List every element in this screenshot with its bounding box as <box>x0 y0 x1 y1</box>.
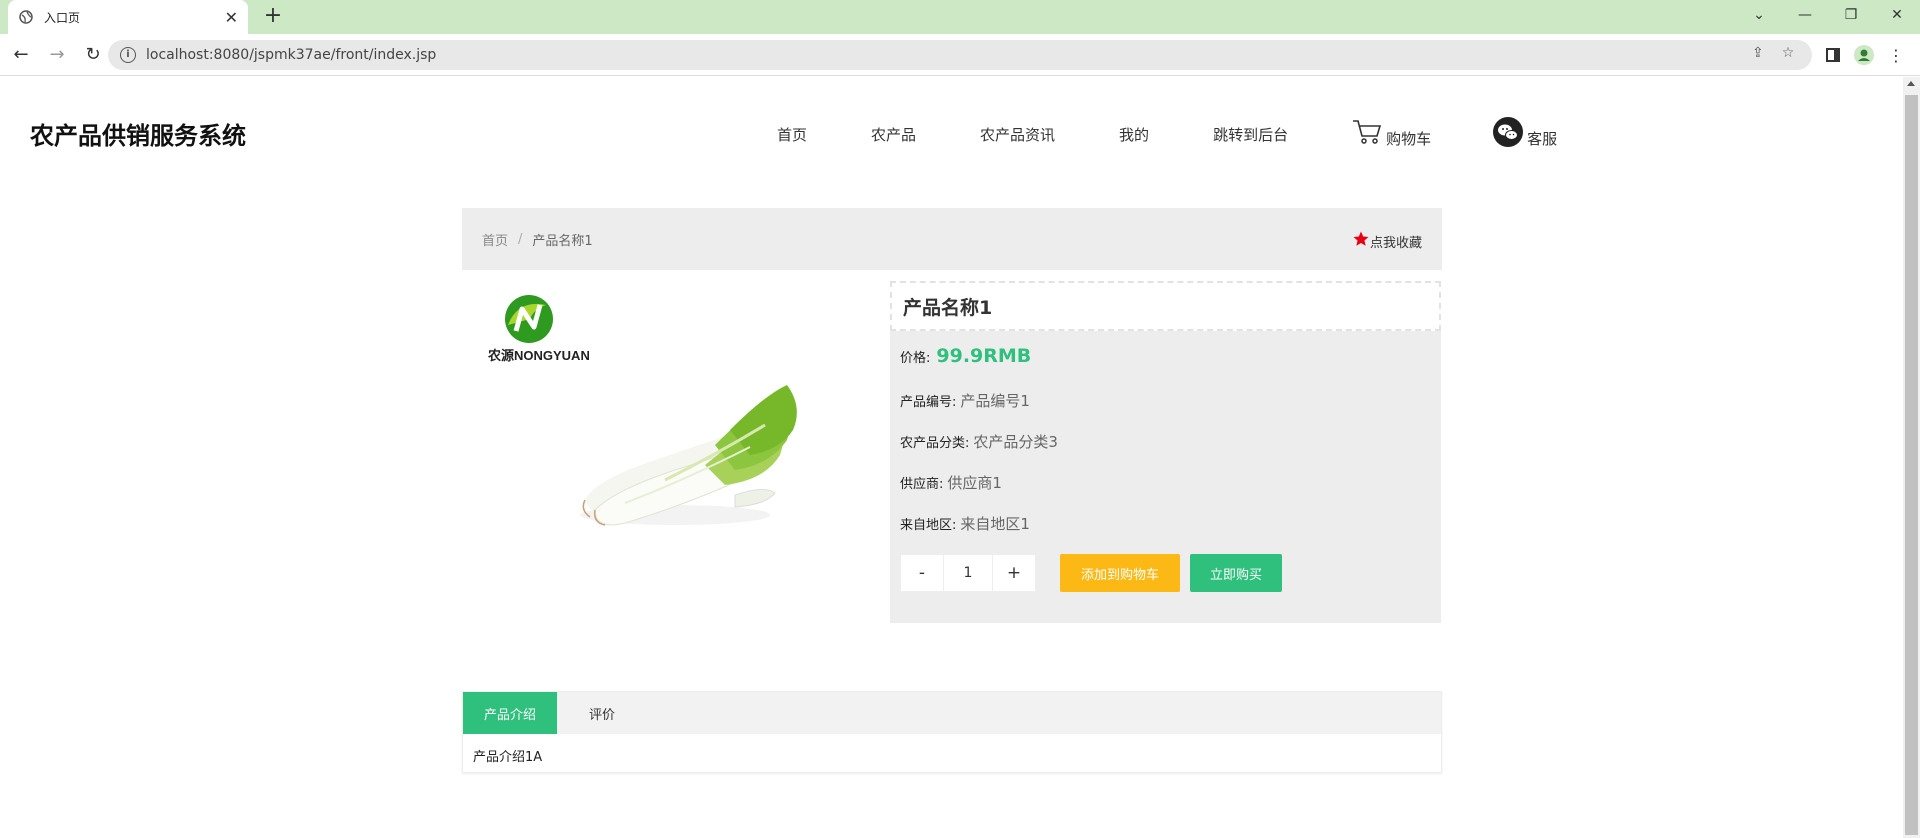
back-button[interactable]: ← <box>6 40 36 70</box>
svg-text:农源NONGYUAN: 农源NONGYUAN <box>487 348 590 363</box>
supplier-label: 供应商: <box>900 477 944 492</box>
wechat-icon <box>1493 117 1524 151</box>
nav-cart[interactable]: 购物车 <box>1352 119 1431 149</box>
price-row: 价格: 99.9RMB <box>900 345 1031 367</box>
category-row: 农产品分类: 农产品分类3 <box>900 431 1058 452</box>
site-info-icon[interactable]: i <box>120 47 136 63</box>
product-tabs: 产品介绍 评价 产品介绍1A <box>462 691 1442 773</box>
breadcrumb-separator: / <box>518 231 523 247</box>
price-value: 99.9RMB <box>936 345 1032 367</box>
region-value: 来自地区1 <box>960 515 1030 533</box>
tab-title: 入口页 <box>44 10 81 25</box>
tab-header: 产品介绍 评价 <box>463 692 1441 734</box>
nav-item-products[interactable]: 农产品 <box>871 124 916 145</box>
quantity-stepper: - 1 + <box>900 554 1036 592</box>
page-content: 农产品供销服务系统 首页 农产品 农产品资讯 我的 跳转到后台 购物车 客服 首… <box>0 77 1903 838</box>
url-text: localhost:8080/jspmk37ae/front/index.jsp <box>146 47 437 63</box>
scrollbar-thumb[interactable] <box>1905 95 1918 835</box>
buy-now-button[interactable]: 立即购买 <box>1190 554 1282 592</box>
nav-cart-label: 购物车 <box>1386 129 1432 148</box>
product-image: 农源NONGYUAN <box>470 285 890 635</box>
shopping-cart-icon <box>1352 119 1382 149</box>
code-label: 产品编号: <box>900 395 957 410</box>
sidepanel-icon[interactable] <box>1826 48 1840 62</box>
star-icon <box>1352 230 1370 252</box>
menu-kebab-icon[interactable]: ⋮ <box>1888 46 1904 65</box>
tab-review[interactable]: 评价 <box>571 692 633 734</box>
share-icon[interactable]: ⇪ <box>1752 45 1764 61</box>
close-tab-icon[interactable]: ✕ <box>225 8 238 27</box>
nav-service-label: 客服 <box>1527 129 1558 148</box>
address-toolbar: ← → ↻ i localhost:8080/jspmk37ae/front/i… <box>0 34 1920 76</box>
code-value: 产品编号1 <box>960 392 1030 410</box>
reload-button[interactable]: ↻ <box>78 40 108 70</box>
cabbage-illustration <box>580 385 797 526</box>
category-value: 农产品分类3 <box>973 433 1058 451</box>
product-name: 产品名称1 <box>890 281 1441 331</box>
bookmark-star-icon[interactable]: ☆ <box>1782 45 1795 61</box>
browser-tabbar: 入口页 ✕ + ⌄ — ❐ ✕ <box>0 0 1920 34</box>
breadcrumb-current: 产品名称1 <box>532 233 593 249</box>
tab-search-icon[interactable]: ⌄ <box>1736 0 1782 30</box>
restore-button[interactable]: ❐ <box>1828 0 1874 30</box>
url-bar[interactable]: i localhost:8080/jspmk37ae/front/index.j… <box>108 40 1812 70</box>
favorite-label: 点我收藏 <box>1369 235 1422 251</box>
region-label: 来自地区: <box>900 518 957 533</box>
site-title: 农产品供销服务系统 <box>30 122 246 150</box>
browser-tab[interactable]: 入口页 ✕ <box>8 0 248 34</box>
nongyuan-logo: 农源NONGYUAN <box>487 295 590 363</box>
code-row: 产品编号: 产品编号1 <box>900 390 1030 411</box>
favorite-button[interactable]: 点我收藏 <box>1352 230 1422 252</box>
globe-icon <box>18 9 34 25</box>
close-window-button[interactable]: ✕ <box>1874 0 1920 30</box>
nav-item-mine[interactable]: 我的 <box>1119 124 1149 145</box>
qty-input[interactable]: 1 <box>944 554 992 592</box>
scroll-up-arrow-icon[interactable] <box>1907 81 1915 86</box>
tab-intro[interactable]: 产品介绍 <box>463 692 557 734</box>
product-info-panel: 产品名称1 价格: 99.9RMB 产品编号: 产品编号1 农产品分类: 农产品… <box>890 281 1441 623</box>
new-tab-button[interactable]: + <box>260 4 286 30</box>
page-scrollbar[interactable] <box>1903 77 1920 838</box>
minimize-button[interactable]: — <box>1782 0 1828 30</box>
main-nav: 首页 农产品 农产品资讯 我的 跳转到后台 购物车 客服 <box>777 117 1557 151</box>
qty-minus-button[interactable]: - <box>900 554 944 592</box>
breadcrumb-home[interactable]: 首页 <box>482 230 508 249</box>
add-to-cart-button[interactable]: 添加到购物车 <box>1060 554 1180 592</box>
nav-customer-service[interactable]: 客服 <box>1493 117 1557 151</box>
tab-content: 产品介绍1A <box>473 750 543 765</box>
nav-item-admin[interactable]: 跳转到后台 <box>1213 124 1288 145</box>
qty-plus-button[interactable]: + <box>992 554 1036 592</box>
nav-item-news[interactable]: 农产品资讯 <box>980 124 1055 145</box>
region-row: 来自地区: 来自地区1 <box>900 513 1030 534</box>
supplier-value: 供应商1 <box>947 474 1002 492</box>
nav-item-home[interactable]: 首页 <box>777 124 807 145</box>
breadcrumb: 首页 / 产品名称1 点我收藏 <box>462 208 1442 270</box>
forward-button[interactable]: → <box>42 40 72 70</box>
price-label: 价格: <box>900 351 931 366</box>
profile-avatar-icon[interactable] <box>1854 45 1874 65</box>
supplier-row: 供应商: 供应商1 <box>900 472 1002 493</box>
category-label: 农产品分类: <box>900 436 970 451</box>
